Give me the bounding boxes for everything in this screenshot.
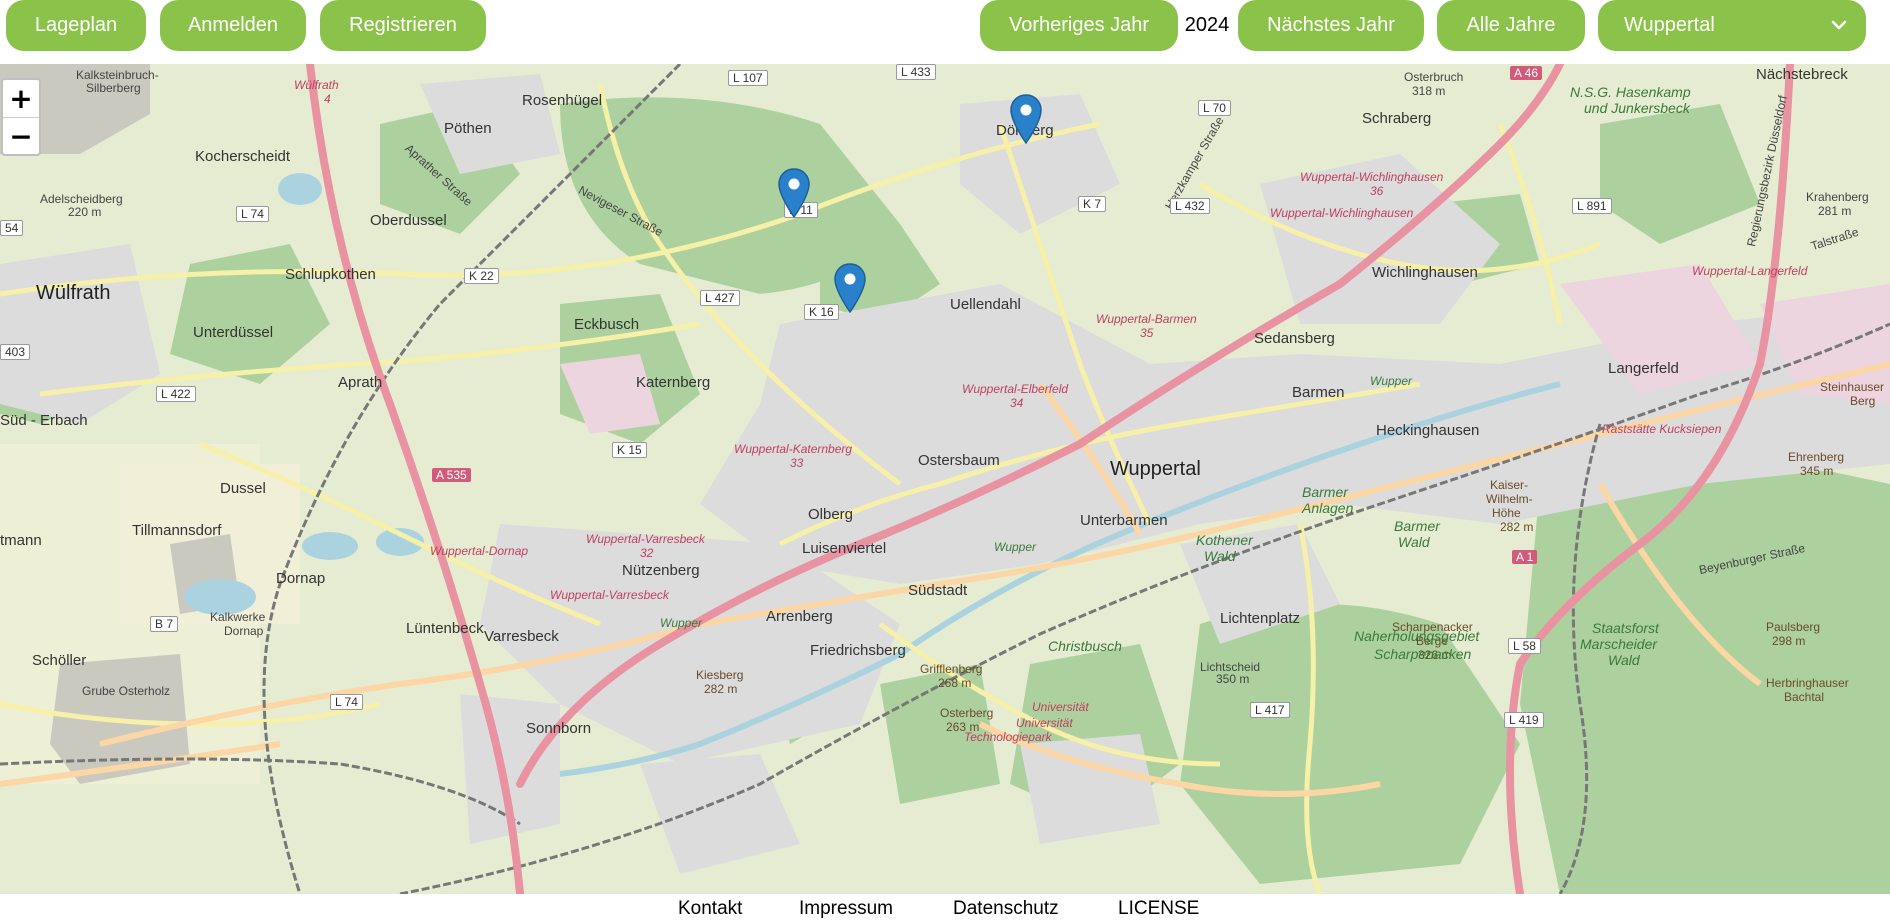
previous-year-button[interactable]: Vorheriges Jahr — [980, 0, 1178, 51]
datenschutz-link[interactable]: Datenschutz — [953, 898, 1059, 920]
city-select-value: Wuppertal — [1624, 14, 1715, 36]
top-toolbar: Lageplan Anmelden Registrieren Vorherige… — [0, 0, 1890, 64]
registrieren-button[interactable]: Registrieren — [320, 0, 486, 51]
marker-doenberg[interactable] — [1009, 94, 1043, 144]
next-year-button[interactable]: Nächstes Jahr — [1238, 0, 1424, 51]
chevron-down-icon — [1831, 20, 1847, 30]
anmelden-button[interactable]: Anmelden — [160, 0, 306, 51]
city-select[interactable]: Wuppertal — [1598, 0, 1866, 51]
lageplan-button[interactable]: Lageplan — [6, 0, 146, 51]
impressum-link[interactable]: Impressum — [799, 898, 893, 920]
map-tiles — [0, 64, 1890, 894]
kontakt-link[interactable]: Kontakt — [678, 898, 742, 920]
zoom-control: + − — [1, 78, 41, 156]
zoom-in-button[interactable]: + — [3, 80, 39, 117]
license-link[interactable]: LICENSE — [1118, 898, 1199, 920]
marker-k16[interactable] — [833, 263, 867, 313]
all-years-button[interactable]: Alle Jahre — [1437, 0, 1585, 51]
current-year: 2024 — [1184, 14, 1230, 36]
footer: Kontakt Impressum Datenschutz LICENSE — [0, 894, 1890, 924]
marker-k11[interactable] — [777, 168, 811, 218]
map-view[interactable]: + − Kalksteinbruch- Silberberg Kochersch… — [0, 64, 1890, 894]
zoom-out-button[interactable]: − — [3, 117, 39, 154]
